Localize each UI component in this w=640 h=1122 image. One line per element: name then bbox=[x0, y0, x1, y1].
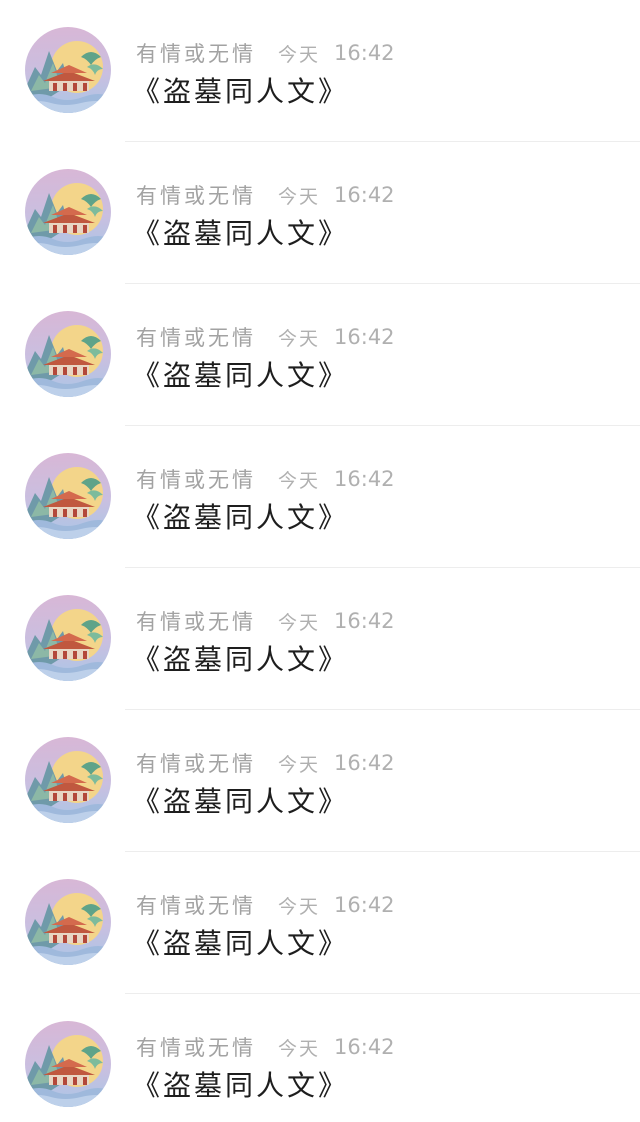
list-item[interactable]: 有情或无情 今天 16:42 《盗墓同人文》 bbox=[0, 568, 640, 710]
palace-moon-painting-icon bbox=[25, 453, 111, 539]
avatar[interactable] bbox=[25, 311, 111, 397]
chat-message-list: 有情或无情 今天 16:42 《盗墓同人文》 有情或无情 今天 16:42 《盗… bbox=[0, 0, 640, 1122]
palace-moon-painting-icon bbox=[25, 1021, 111, 1107]
message-header: 有情或无情 今天 16:42 bbox=[136, 890, 395, 920]
message-preview: 《盗墓同人文》 bbox=[132, 643, 350, 676]
timestamp-day: 今天 bbox=[278, 753, 321, 776]
list-item[interactable]: 有情或无情 今天 16:42 《盗墓同人文》 bbox=[0, 994, 640, 1122]
timestamp-day: 今天 bbox=[278, 185, 321, 208]
message-preview: 《盗墓同人文》 bbox=[132, 927, 350, 960]
palace-moon-painting-icon bbox=[25, 311, 111, 397]
message-preview: 《盗墓同人文》 bbox=[132, 501, 350, 534]
timestamp-day: 今天 bbox=[278, 327, 321, 350]
list-item[interactable]: 有情或无情 今天 16:42 《盗墓同人文》 bbox=[0, 710, 640, 852]
message-preview: 《盗墓同人文》 bbox=[132, 785, 350, 818]
message-header: 有情或无情 今天 16:42 bbox=[136, 1032, 395, 1062]
timestamp-time: 16:42 bbox=[334, 751, 395, 775]
message-preview: 《盗墓同人文》 bbox=[132, 217, 350, 250]
message-header: 有情或无情 今天 16:42 bbox=[136, 748, 395, 778]
list-item[interactable]: 有情或无情 今天 16:42 《盗墓同人文》 bbox=[0, 284, 640, 426]
timestamp-day: 今天 bbox=[278, 43, 321, 66]
avatar[interactable] bbox=[25, 879, 111, 965]
palace-moon-painting-icon bbox=[25, 595, 111, 681]
avatar[interactable] bbox=[25, 595, 111, 681]
sender-name: 有情或无情 bbox=[136, 42, 256, 66]
sender-name: 有情或无情 bbox=[136, 184, 256, 208]
timestamp-time: 16:42 bbox=[334, 41, 395, 65]
list-item[interactable]: 有情或无情 今天 16:42 《盗墓同人文》 bbox=[0, 852, 640, 994]
palace-moon-painting-icon bbox=[25, 27, 111, 113]
message-header: 有情或无情 今天 16:42 bbox=[136, 322, 395, 352]
palace-moon-painting-icon bbox=[25, 879, 111, 965]
timestamp-day: 今天 bbox=[278, 895, 321, 918]
sender-name: 有情或无情 bbox=[136, 894, 256, 918]
list-item[interactable]: 有情或无情 今天 16:42 《盗墓同人文》 bbox=[0, 142, 640, 284]
timestamp-day: 今天 bbox=[278, 611, 321, 634]
sender-name: 有情或无情 bbox=[136, 326, 256, 350]
timestamp-day: 今天 bbox=[278, 469, 321, 492]
list-item[interactable]: 有情或无情 今天 16:42 《盗墓同人文》 bbox=[0, 0, 640, 142]
sender-name: 有情或无情 bbox=[136, 1036, 256, 1060]
avatar[interactable] bbox=[25, 737, 111, 823]
avatar[interactable] bbox=[25, 169, 111, 255]
sender-name: 有情或无情 bbox=[136, 468, 256, 492]
timestamp-day: 今天 bbox=[278, 1037, 321, 1060]
message-header: 有情或无情 今天 16:42 bbox=[136, 606, 395, 636]
timestamp-time: 16:42 bbox=[334, 609, 395, 633]
avatar[interactable] bbox=[25, 453, 111, 539]
avatar[interactable] bbox=[25, 27, 111, 113]
message-header: 有情或无情 今天 16:42 bbox=[136, 464, 395, 494]
timestamp-time: 16:42 bbox=[334, 183, 395, 207]
message-preview: 《盗墓同人文》 bbox=[132, 1069, 350, 1102]
message-header: 有情或无情 今天 16:42 bbox=[136, 180, 395, 210]
timestamp-time: 16:42 bbox=[334, 467, 395, 491]
message-header: 有情或无情 今天 16:42 bbox=[136, 38, 395, 68]
timestamp-time: 16:42 bbox=[334, 893, 395, 917]
message-preview: 《盗墓同人文》 bbox=[132, 75, 350, 108]
sender-name: 有情或无情 bbox=[136, 752, 256, 776]
sender-name: 有情或无情 bbox=[136, 610, 256, 634]
palace-moon-painting-icon bbox=[25, 169, 111, 255]
timestamp-time: 16:42 bbox=[334, 1035, 395, 1059]
list-item[interactable]: 有情或无情 今天 16:42 《盗墓同人文》 bbox=[0, 426, 640, 568]
message-preview: 《盗墓同人文》 bbox=[132, 359, 350, 392]
timestamp-time: 16:42 bbox=[334, 325, 395, 349]
avatar[interactable] bbox=[25, 1021, 111, 1107]
palace-moon-painting-icon bbox=[25, 737, 111, 823]
